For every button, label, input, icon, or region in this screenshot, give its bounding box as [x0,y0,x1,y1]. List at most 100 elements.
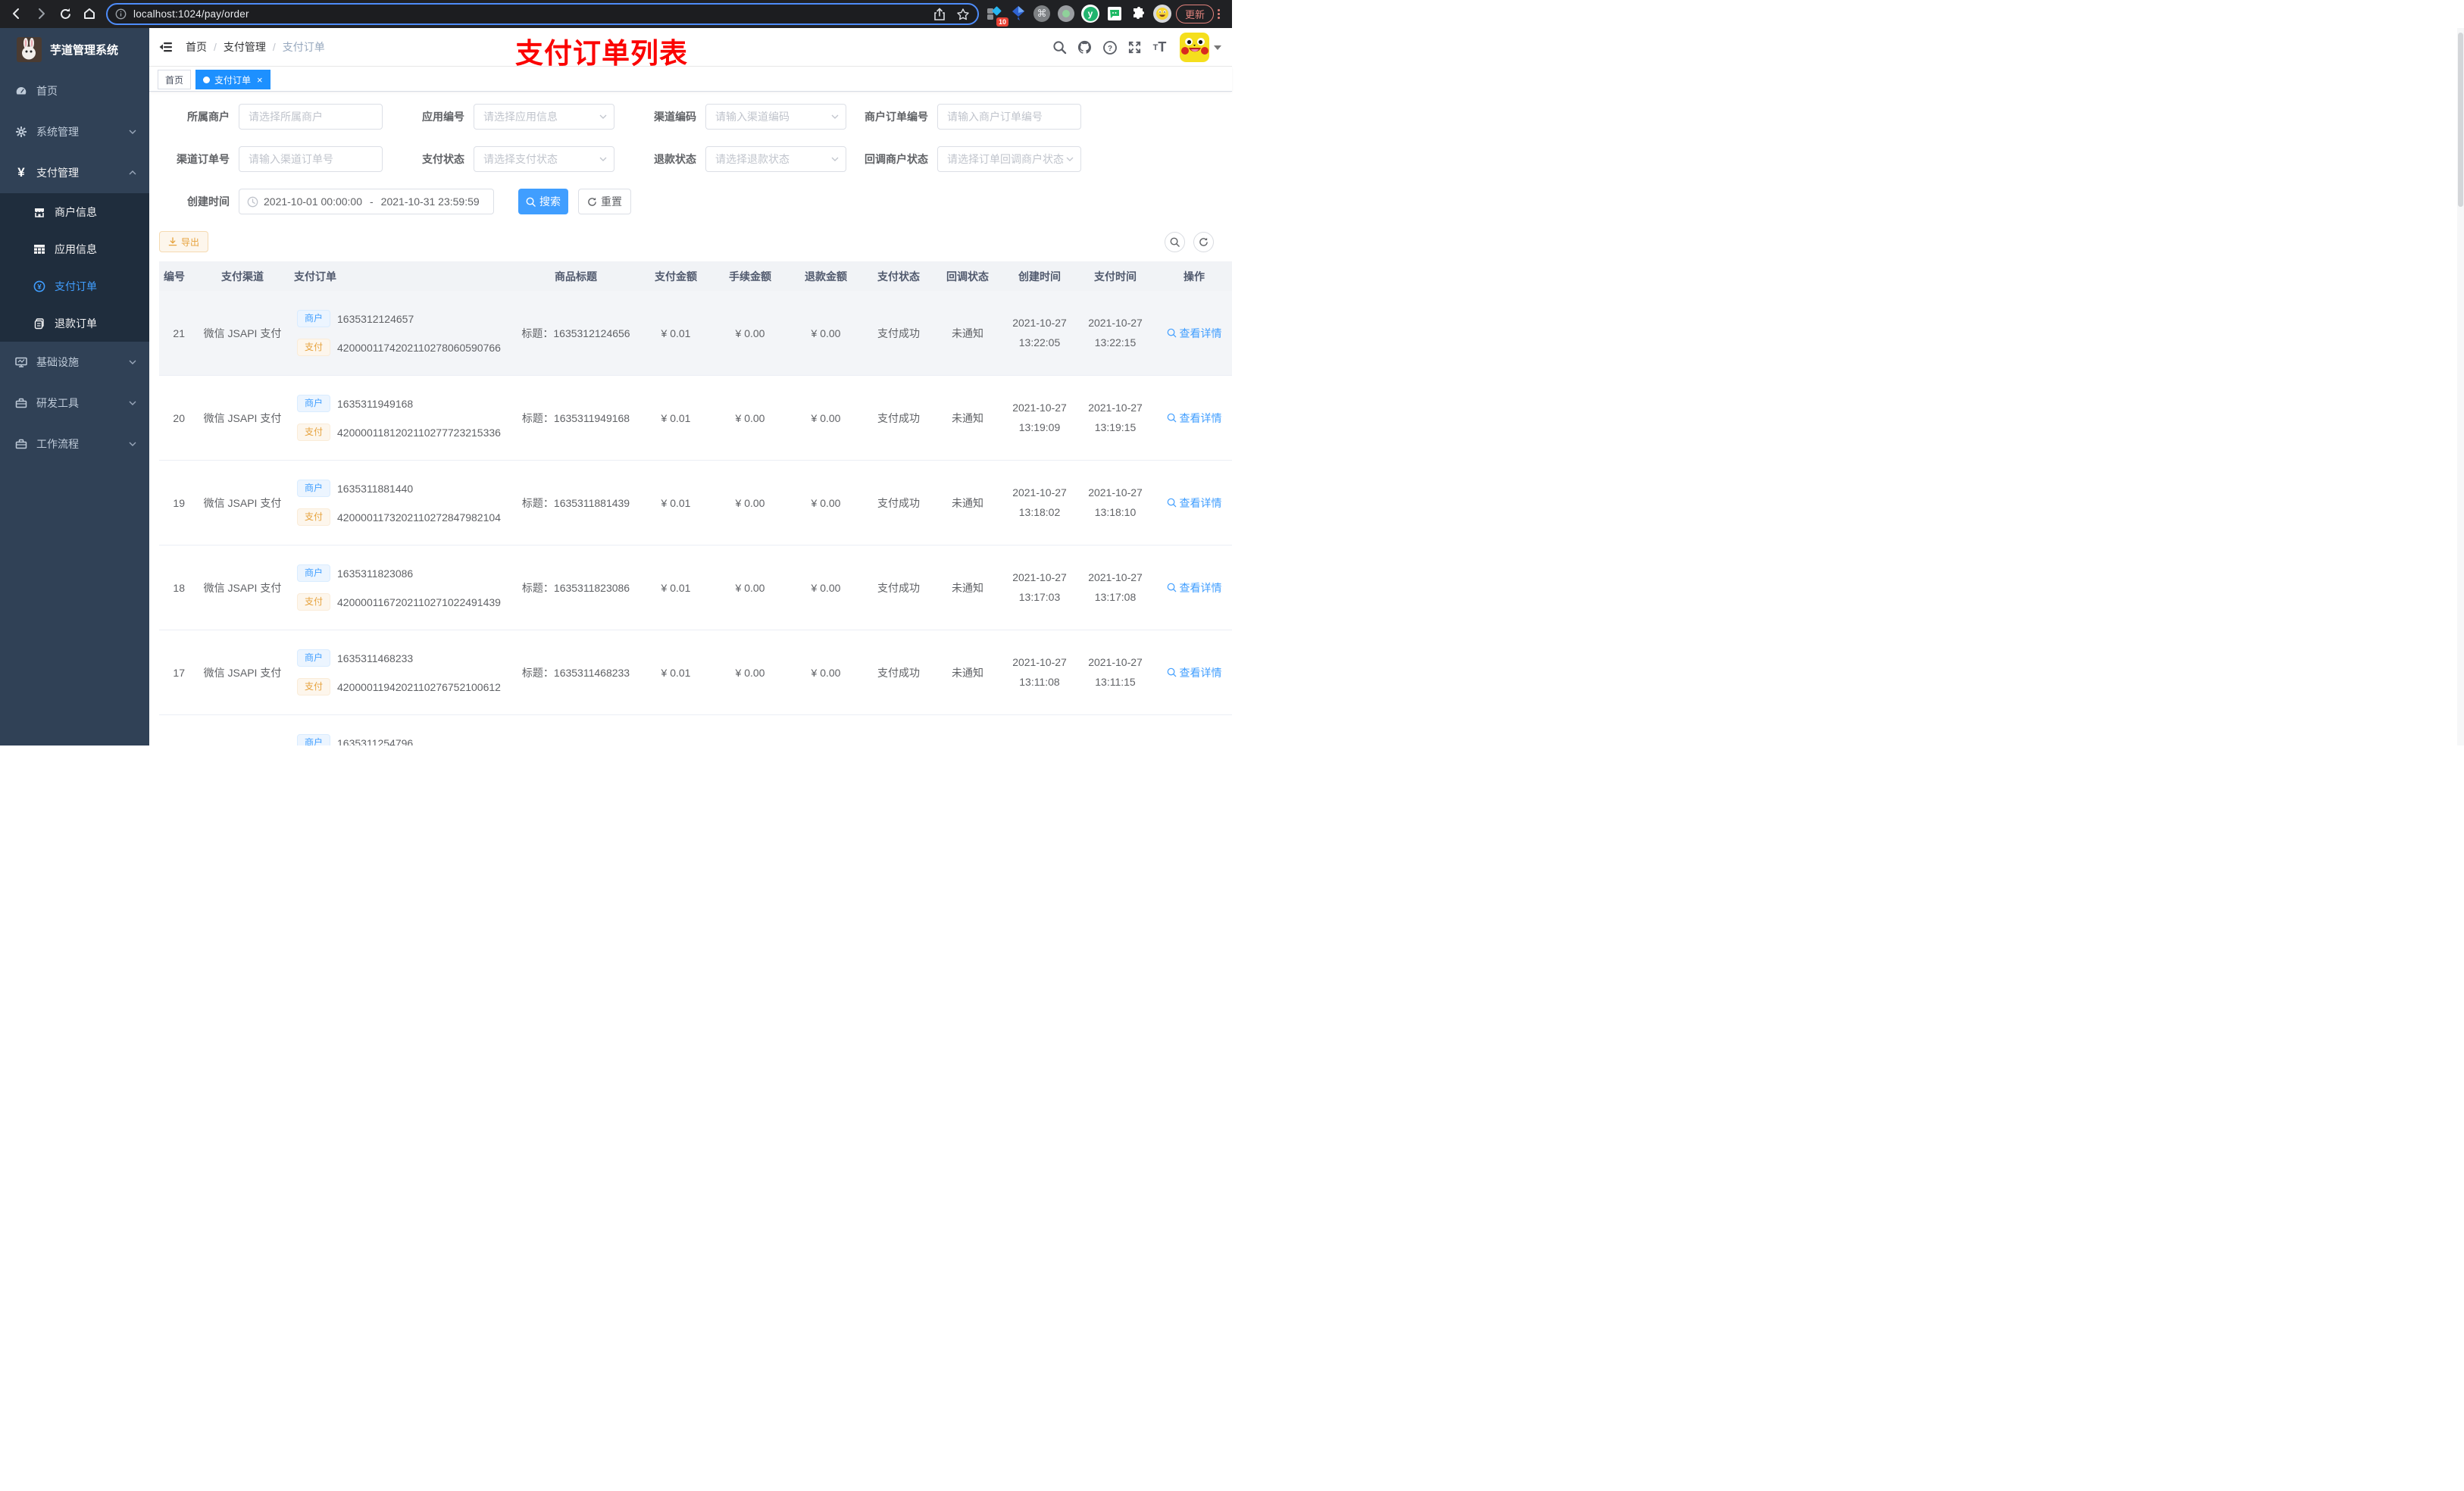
site-info-icon[interactable] [115,8,127,20]
extension-grey-dot-icon[interactable] [1057,5,1075,23]
filter-app: 应用编号 [394,104,614,130]
filter-channel-order-no: 渠道订单号 [159,146,383,172]
table-row[interactable]: 18 微信 JSAPI 支付 商户 1635311823086 支付 4200001… [159,545,1232,630]
column-header: 支付状态 [877,270,920,283]
chevron-up-icon [128,168,137,177]
fullscreen-icon[interactable] [1122,28,1147,67]
view-detail-link[interactable]: 查看详情 [1167,326,1222,341]
browser-back-button[interactable] [6,3,27,24]
filter-merchant-order-no: 商户订单编号 [858,104,1081,130]
paid-time: 13:19:15 [1094,420,1137,433]
sidebar-item-payment[interactable]: ¥ 支付管理 [0,152,149,193]
view-detail-link[interactable]: 查看详情 [1167,665,1222,680]
merchant-order-no-input[interactable] [937,104,1081,130]
sidebar-item-label: 基础设施 [36,356,79,368]
share-icon[interactable] [933,7,946,21]
browser-chrome: localhost:1024/pay/order 10 ⌘ y 更新 [0,0,1232,28]
filter-row-3: 创建时间 2021-10-01 00:00:00 - 2021-10-31 23… [159,189,1232,214]
browser-forward-button[interactable] [30,3,52,24]
browser-menu-icon[interactable] [1213,5,1224,22]
date-start-value: 2021-10-01 00:00:00 [264,195,362,208]
pay-no: 4200001181202110277723215336 [337,426,501,439]
breadcrumb-pay-manage[interactable]: 支付管理 [224,39,266,55]
channel-code-select[interactable] [705,104,846,130]
search-icon[interactable] [1047,28,1072,67]
pay-tag: 支付 [297,508,331,526]
yen-circle-icon: ¥ [33,280,45,292]
tab-home[interactable]: 首页 [158,70,192,89]
sidebar-item-refund-order[interactable]: 退款订单 [0,305,149,342]
sidebar-item-app-info[interactable]: 应用信息 [0,230,149,267]
export-button[interactable]: 导出 [159,231,209,252]
sidebar-item-home[interactable]: 首页 [0,70,149,111]
sidebar-item-system[interactable]: 系统管理 [0,111,149,152]
sidebar-item-infrastructure[interactable]: 基础设施 [0,342,149,383]
extension-command-icon[interactable]: ⌘ [1033,5,1051,23]
extensions-puzzle-icon[interactable] [1130,5,1148,23]
merchant-no: 1635311468233 [337,652,414,664]
notify-status-select[interactable] [937,146,1081,172]
github-icon[interactable] [1072,28,1097,67]
help-icon[interactable]: ? [1097,28,1122,67]
created-time: 13:22:05 [1018,336,1061,349]
extension-y-icon[interactable]: y [1081,5,1099,23]
paid-date: 2021-10-27 [1088,570,1143,583]
date-range-picker[interactable]: 2021-10-01 00:00:00 - 2021-10-31 23:59:5… [239,189,494,214]
breadcrumb-home[interactable]: 首页 [186,39,207,55]
cell-notify: 未通知 [952,581,983,594]
table-row[interactable]: 19 微信 JSAPI 支付 商户 1635311881440 支付 4200001… [159,461,1232,545]
tab-pay-order[interactable]: 支付订单 × [195,70,270,89]
yen-icon: ¥ [17,165,25,180]
sidebar-item-label: 工作流程 [36,438,79,450]
table-row[interactable]: 20 微信 JSAPI 支付 商户 1635311949168 支付 4200001… [159,376,1232,461]
view-detail-link[interactable]: 查看详情 [1167,411,1222,426]
sidebar-item-dev-tools[interactable]: 研发工具 [0,383,149,424]
cell-title: 标题：1635311823086 [521,581,630,594]
extension-tasks-icon[interactable]: 10 [985,5,1008,27]
search-button[interactable]: 搜索 [518,189,568,214]
cell-fee: ¥ 0.00 [735,666,765,679]
created-time: 13:11:08 [1019,675,1060,688]
merchant-tag: 商户 [297,649,331,667]
merchant-no: 1635311254796 [337,736,414,746]
table-row[interactable]: 商户1635311254796 支付 [159,715,1232,746]
scrollbar-thumb[interactable] [2458,33,2463,207]
extension-chat-icon[interactable] [1105,5,1124,23]
sidebar-item-workflow[interactable]: 工作流程 [0,424,149,464]
user-avatar[interactable] [1180,33,1209,62]
sidebar-logo[interactable]: 芋道管理系统 [0,28,149,70]
pay-tag: 支付 [297,593,331,611]
toggle-search-button[interactable] [1165,231,1185,252]
browser-home-button[interactable] [79,3,100,24]
browser-update-button[interactable]: 更新 [1176,5,1215,23]
sidebar-item-pay-order[interactable]: ¥ 支付订单 [0,267,149,305]
reset-button[interactable]: 重置 [578,189,631,214]
refresh-button[interactable] [1193,231,1214,252]
sidebar-item-label: 退款订单 [55,317,97,330]
sidebar-toggle-icon[interactable] [158,39,174,55]
page-scrollbar[interactable] [2457,28,2464,746]
font-size-icon[interactable]: TT [1147,28,1172,67]
breadcrumb: 首页 / 支付管理 / 支付订单 [186,39,325,55]
browser-reload-button[interactable] [55,3,76,24]
pay-status-select[interactable] [474,146,614,172]
table-row[interactable]: 21 微信 JSAPI 支付 商户 1635312124657 支付 4200001… [159,291,1232,376]
refund-status-select[interactable] [705,146,846,172]
close-icon[interactable]: × [257,74,263,86]
avatar-caret-icon[interactable] [1214,45,1221,50]
cell-paid: 2021-10-27 13:18:10 [1077,483,1153,523]
profile-emoji-icon[interactable] [1153,5,1171,23]
sidebar-item-merchant-info[interactable]: 商户信息 [0,193,149,230]
monitor-icon [15,356,27,368]
table-row[interactable]: 17 微信 JSAPI 支付 商户 1635311468233 支付 4200001… [159,630,1232,715]
view-detail-link[interactable]: 查看详情 [1167,495,1222,511]
channel-order-no-input[interactable] [239,146,383,172]
app-select[interactable] [474,104,614,130]
merchant-input[interactable] [239,104,383,130]
extension-kite-icon[interactable] [1009,5,1027,23]
bookmark-star-icon[interactable] [956,8,970,21]
browser-address-bar[interactable]: localhost:1024/pay/order [106,3,979,25]
table-body: 21 微信 JSAPI 支付 商户 1635312124657 支付 4200001… [159,291,1232,746]
cell-refund: ¥ 0.00 [811,496,841,509]
view-detail-link[interactable]: 查看详情 [1167,580,1222,595]
